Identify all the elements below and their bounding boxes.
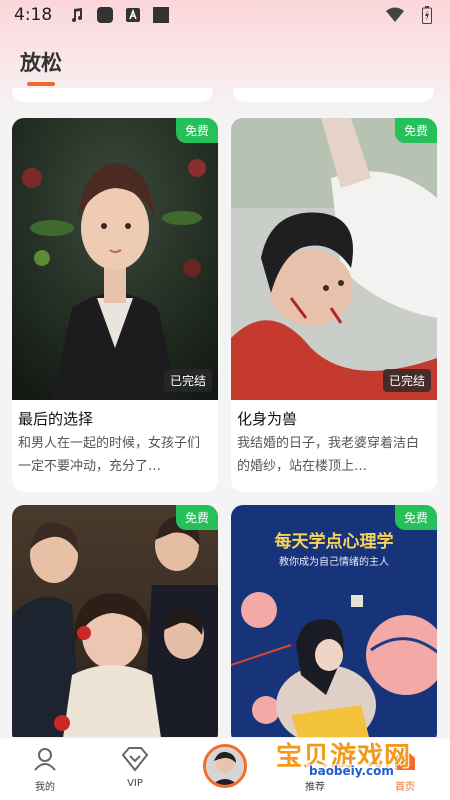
completed-badge: 已完结 [382, 369, 431, 392]
status-time: 4:18 [14, 5, 53, 25]
nav-label: 我的 [35, 782, 55, 793]
completed-badge: 已完结 [163, 369, 212, 392]
cover-headline: 每天学点心理学 [274, 532, 394, 552]
text-a-icon [124, 6, 142, 24]
story-description: 我结婚的日子，我老婆穿着洁白的婚纱，站在楼顶上… [237, 436, 420, 474]
story-description: 和男人在一起的时候，女孩子们一定不要冲动，充分了… [18, 436, 201, 474]
title-underline [27, 82, 55, 86]
watermark-url: baobeiy.com [306, 764, 397, 778]
free-badge: 免费 [175, 118, 218, 143]
story-title: 化身为兽 [237, 410, 298, 428]
story-card[interactable]: 免费 已完结 最后的选择 和男人在一起的时候，女孩子们一定不要冲动，充分了… [12, 118, 218, 492]
story-title: 最后的选择 [18, 410, 94, 428]
center-avatar-button[interactable] [203, 744, 247, 788]
nav-label: VIP [127, 778, 143, 789]
app-notification-icon [96, 6, 114, 24]
previous-card-edge [12, 88, 213, 102]
story-card[interactable]: 免费 已完结 化身为兽 我结婚的日子，我老婆穿着洁白的婚纱，站在楼顶上… [231, 118, 437, 492]
wifi-icon [386, 6, 404, 24]
story-cover-image: 每天学点心理学 教你成为自己情绪的主人 免费 [231, 505, 437, 745]
previous-card-edge [233, 88, 434, 102]
cover-subline: 教你成为自己情绪的主人 [279, 557, 389, 568]
story-card[interactable]: 每天学点心理学 教你成为自己情绪的主人 免费 [231, 505, 437, 745]
story-cover-image: 免费 已完结 [12, 118, 218, 400]
story-cover-image: 免费 [12, 505, 218, 745]
nav-item-vip[interactable]: VIP [90, 738, 180, 800]
free-badge: 免费 [394, 505, 437, 530]
story-card[interactable]: 免费 [12, 505, 218, 745]
free-badge: 免费 [394, 118, 437, 143]
square-notification-icon [152, 6, 170, 24]
battery-icon [418, 6, 436, 24]
watermark-logo: 宝贝游戏网 baobeiy.com [276, 736, 436, 784]
free-badge: 免费 [175, 505, 218, 530]
person-icon [0, 744, 90, 774]
page-title: 放松 [20, 51, 62, 75]
music-note-icon [68, 6, 86, 24]
nav-item-mine[interactable]: 我的 [0, 738, 90, 800]
status-bar: 4:18 [0, 0, 450, 30]
story-cover-image: 免费 已完结 [231, 118, 437, 400]
vip-diamond-icon [90, 744, 180, 774]
